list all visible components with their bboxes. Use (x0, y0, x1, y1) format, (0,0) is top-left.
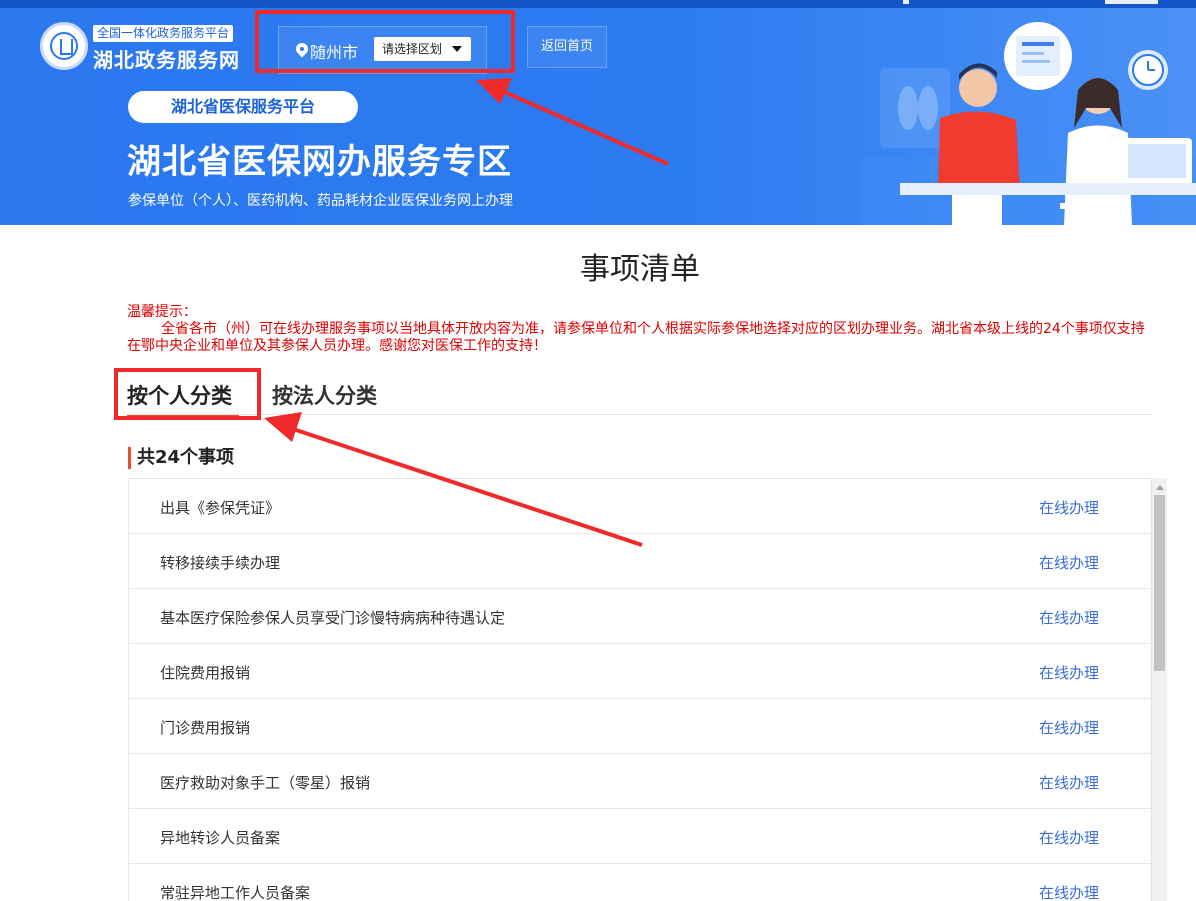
header-banner: 全国一体化政务服务平台 湖北政务服务网 随州市 请选择区划 返回首页 湖北省医保… (0, 8, 1196, 225)
tab-legal-entity[interactable]: 按法人分类 (272, 380, 377, 410)
medical-illustration (860, 22, 1196, 225)
list-item: 门诊费用报销 在线办理 (129, 699, 1151, 754)
item-count: 共24个事项 (128, 447, 234, 469)
service-list: 出具《参保凭证》 在线办理 转移接续手续办理 在线办理 基本医疗保险参保人员享受… (128, 478, 1152, 901)
scroll-thumb[interactable] (1154, 495, 1165, 671)
list-item: 转移接续手续办理 在线办理 (129, 534, 1151, 589)
online-apply-link[interactable]: 在线办理 (1039, 772, 1099, 793)
list-item: 异地转诊人员备案 在线办理 (129, 809, 1151, 864)
online-apply-link[interactable]: 在线办理 (1039, 607, 1099, 628)
platform-pill: 湖北省医保服务平台 (128, 91, 358, 123)
list-item: 住院费用报销 在线办理 (129, 644, 1151, 699)
annotation-box-tab (114, 368, 261, 420)
category-tabs: 按个人分类 按法人分类 (127, 376, 1152, 418)
list-scrollbar[interactable] (1151, 478, 1167, 901)
annotation-box-region (255, 10, 515, 73)
home-button[interactable]: 返回首页 (527, 26, 607, 68)
item-name: 门诊费用报销 (160, 719, 251, 737)
online-apply-link[interactable]: 在线办理 (1039, 827, 1099, 848)
zone-subtitle: 参保单位（个人）、医药机构、药品耗材企业医保业务网上办理 (128, 193, 513, 209)
item-name: 出具《参保凭证》 (160, 499, 281, 517)
item-name: 住院费用报销 (160, 664, 251, 682)
list-item: 常驻异地工作人员备案 在线办理 (129, 864, 1151, 901)
logo-emblem-icon (40, 22, 88, 70)
clock-icon (1128, 50, 1168, 90)
list-item: 出具《参保凭证》 在线办理 (129, 479, 1151, 534)
scroll-up-icon[interactable] (1156, 485, 1164, 490)
notice-body: 全省各市（州）可在线办理服务事项以当地具体开放内容为准，请参保单位和个人根据实际… (127, 321, 1145, 354)
online-apply-link[interactable]: 在线办理 (1039, 882, 1099, 901)
page-title: 事项清单 (580, 252, 700, 287)
online-apply-link[interactable]: 在线办理 (1039, 497, 1099, 518)
online-apply-link[interactable]: 在线办理 (1039, 662, 1099, 683)
list-item: 医疗救助对象手工（零星）报销 在线办理 (129, 754, 1151, 809)
site-title[interactable]: 湖北政务服务网 (93, 44, 240, 73)
online-apply-link[interactable]: 在线办理 (1039, 552, 1099, 573)
online-apply-link[interactable]: 在线办理 (1039, 717, 1099, 738)
notice-label: 温馨提示： (127, 304, 197, 320)
top-strip-tab (1105, 0, 1158, 4)
item-name: 异地转诊人员备案 (160, 829, 281, 847)
browser-top-strip (0, 0, 1196, 8)
item-name: 常驻异地工作人员备案 (160, 884, 311, 901)
notice: 温馨提示： 全省各市（州）可在线办理服务事项以当地具体开放内容为准，请参保单位和… (127, 304, 1157, 355)
zone-title: 湖北省医保网办服务专区 (127, 142, 512, 182)
list-item: 基本医疗保险参保人员享受门诊慢特病病种待遇认定 在线办理 (129, 589, 1151, 644)
item-name: 基本医疗保险参保人员享受门诊慢特病病种待遇认定 (160, 609, 506, 627)
site-subtitle: 全国一体化政务服务平台 (93, 25, 234, 42)
top-strip-mark (903, 0, 909, 4)
item-name: 转移接续手续办理 (160, 554, 281, 572)
item-name: 医疗救助对象手工（零星）报销 (160, 774, 371, 792)
